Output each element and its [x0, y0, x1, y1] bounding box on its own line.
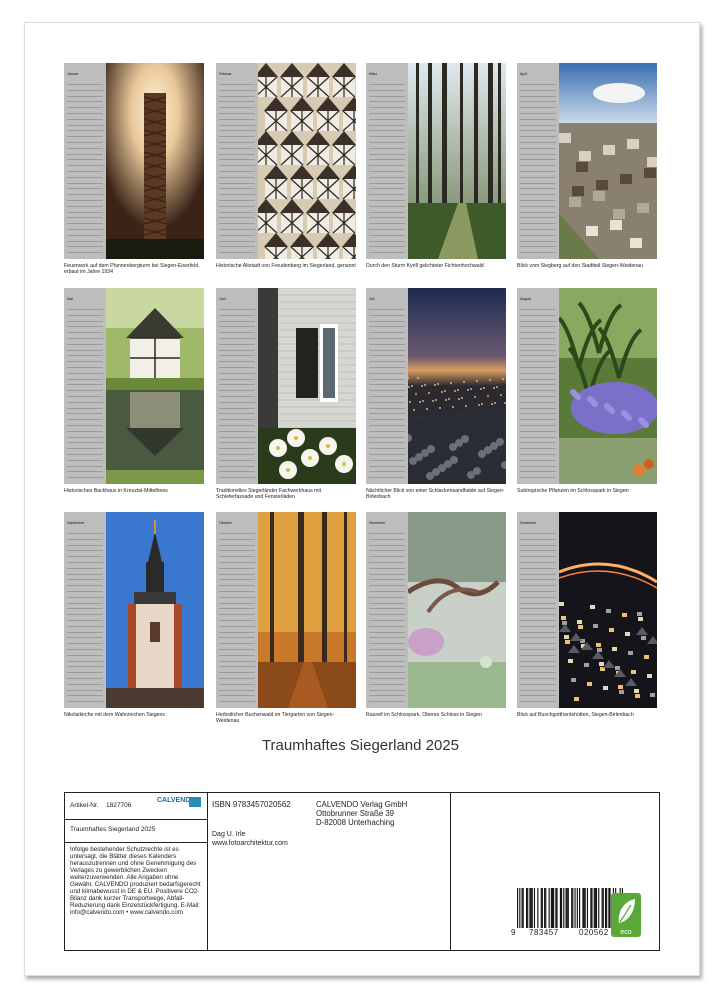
month-name: Februar: [219, 72, 232, 76]
calendar-day-strip: Juni: [216, 288, 258, 484]
month-photo: [408, 512, 506, 708]
product-title-row: Traumhaftes Siegerland 2025: [65, 820, 207, 843]
publisher-street: Ottobrunner Straße 39: [316, 809, 395, 818]
author-website: www.fotoarchitektur.com: [212, 839, 288, 847]
calendar-day-strip: Dezember: [517, 512, 559, 708]
calendar-title: Traumhaftes Siegerland 2025: [261, 737, 460, 754]
info-column-publisher: ISBN 9783457020562 CALVENDO Verlag GmbH …: [208, 793, 451, 950]
day-lines: [369, 79, 405, 257]
month-photo: [258, 512, 356, 708]
month-page-4: April Blick vom Siegberg auf den Stadtte…: [517, 63, 657, 289]
month-photo: [258, 63, 356, 259]
day-lines: [67, 79, 103, 257]
day-lines: [67, 528, 103, 706]
month-name: Januar: [67, 72, 78, 76]
author-block: Dag U. Irle www.fotoarchitektur.com: [212, 831, 288, 848]
article-label: Artikel-Nr.: [70, 802, 99, 809]
day-lines: [369, 304, 405, 482]
product-title: Traumhaftes Siegerland 2025: [70, 826, 156, 833]
info-box: Artikel-Nr. 1827706 CALVENDO Traumhaftes…: [64, 792, 660, 951]
month-page-11: November Raureif im Schlosspark, Oberes …: [366, 512, 506, 738]
month-name: Juli: [369, 297, 375, 301]
calendar-day-strip: Oktober: [216, 512, 258, 708]
month-photo: [408, 63, 506, 259]
photo-caption: Feuerwerk auf dem Pfannenbergturm bei Si…: [64, 263, 200, 275]
month-photo: [559, 288, 657, 484]
eco-label: eco: [620, 929, 631, 936]
photo-caption: Subtropische Pflanzen im Schlosspark in …: [517, 488, 629, 494]
photo-caption: Historische Altstadt von Freudenberg im …: [216, 263, 356, 269]
eco-leaf-icon: eco: [611, 893, 641, 937]
calendar-day-strip: Februar: [216, 63, 258, 259]
month-name: September: [67, 521, 85, 525]
month-photo: [106, 288, 204, 484]
photo-caption: Blick auf Buschgotthardshütten, Siegen-B…: [517, 712, 634, 718]
day-lines: [520, 79, 556, 257]
day-lines: [219, 304, 255, 482]
month-name: Mai: [67, 297, 73, 301]
month-name: Oktober: [219, 521, 232, 525]
barcode-digit-left: 9: [511, 928, 516, 937]
month-page-12: Dezember Blick auf Buschgotthardshütten,…: [517, 512, 657, 738]
calendar-day-strip: August: [517, 288, 559, 484]
calvendo-logo-icon: [189, 797, 201, 807]
month-page-8: August Subtropische Pflanzen im Schlossp…: [517, 288, 657, 514]
month-photo: [258, 288, 356, 484]
month-photo: [408, 288, 506, 484]
info-column-barcode: 9 783457 020562 eco: [451, 793, 659, 950]
info-column-product: Artikel-Nr. 1827706 CALVENDO Traumhaftes…: [65, 793, 208, 950]
photo-caption: Herbstlicher Buchenwald im Tiergarten vo…: [216, 712, 335, 724]
month-name: April: [520, 72, 528, 76]
month-name: November: [369, 521, 386, 525]
calendar-day-strip: Mai: [64, 288, 106, 484]
calendar-day-strip: März: [366, 63, 408, 259]
month-name: Dezember: [520, 521, 537, 525]
month-page-3: März Durch den Sturm Kyrill gelichteter …: [366, 63, 506, 289]
publisher-address: CALVENDO Verlag GmbH Ottobrunner Straße …: [316, 800, 407, 827]
month-page-7: Juli Nächtlicher Blick von einer Schlack…: [366, 288, 506, 514]
barcode-digits-2: 020562: [579, 928, 609, 937]
photo-caption: Durch den Sturm Kyrill gelichteter Ficht…: [366, 263, 484, 269]
publisher-city: D-82008 Unterhaching: [316, 818, 395, 827]
isbn: ISBN 9783457020562: [212, 800, 291, 809]
day-lines: [520, 304, 556, 482]
month-page-2: Februar Historische Altstadt von Freuden…: [216, 63, 356, 289]
publisher-name: CALVENDO Verlag GmbH: [316, 800, 408, 809]
photo-caption: Historisches Backhaus in Kreuztal-Mittel…: [64, 488, 168, 494]
calendar-day-strip: November: [366, 512, 408, 708]
photo-caption: Nächtlicher Blick von einer Schlackensan…: [366, 488, 505, 500]
day-lines: [369, 528, 405, 706]
month-photo: [106, 512, 204, 708]
day-lines: [67, 304, 103, 482]
month-page-5: Mai Historisches Backhaus in Kreuztal-Mi…: [64, 288, 204, 514]
month-name: März: [369, 72, 377, 76]
calendar-day-strip: September: [64, 512, 106, 708]
author-name: Dag U. Irle: [212, 831, 246, 838]
day-lines: [520, 528, 556, 706]
photo-caption: Blick vom Siegberg auf den Stadtteil Sie…: [517, 263, 643, 269]
month-page-9: September Nikolaikirche mit dem Wahrzeic…: [64, 512, 204, 738]
article-row: Artikel-Nr. 1827706 CALVENDO: [65, 793, 207, 820]
month-page-10: Oktober Herbstlicher Buchenwald im Tierg…: [216, 512, 356, 738]
legal-text: Infolge bestehender Schutzrechte ist es …: [70, 846, 201, 916]
article-number: 1827706: [106, 802, 132, 809]
month-page-1: Januar Feuerwerk auf dem Pfannenbergturm…: [64, 63, 204, 289]
photo-caption: Raureif im Schlosspark, Oberes Schloss i…: [366, 712, 482, 718]
day-lines: [219, 79, 255, 257]
month-page-6: Juni Traditionelles Siegerländer Fachwer…: [216, 288, 356, 514]
calendar-day-strip: April: [517, 63, 559, 259]
month-photo: [559, 512, 657, 708]
month-photo: [559, 63, 657, 259]
barcode-digits-1: 783457: [529, 928, 559, 937]
month-photo: [106, 63, 204, 259]
isbn-barcode: [517, 888, 623, 928]
photo-caption: Traditionelles Siegerländer Fachwerkhaus…: [216, 488, 322, 500]
calendar-day-strip: Januar: [64, 63, 106, 259]
day-lines: [219, 528, 255, 706]
month-name: Juni: [219, 297, 226, 301]
photo-caption: Nikolaikirche mit dem Wahrzeichen Siegen…: [64, 712, 166, 718]
calendar-day-strip: Juli: [366, 288, 408, 484]
month-name: August: [520, 297, 532, 301]
